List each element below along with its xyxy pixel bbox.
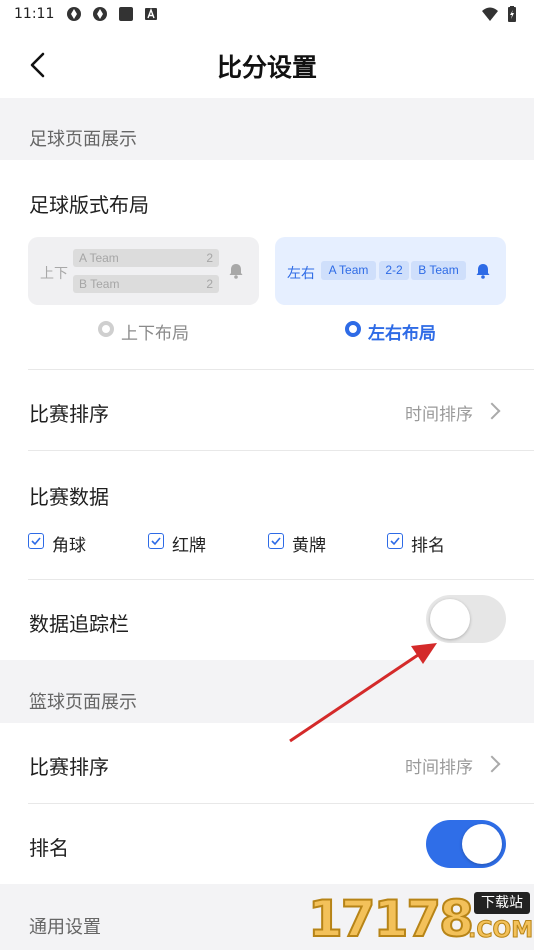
chevron-right-icon (483, 402, 501, 420)
watermark-number: 17178 (307, 889, 475, 949)
checkbox-red-card[interactable]: 红牌 (148, 531, 238, 556)
status-bar: 11:11 (0, 0, 534, 30)
checkbox-checked-icon[interactable] (148, 533, 164, 549)
basketball-sort-label: 比赛排序 (29, 755, 109, 779)
basketball-section-header: 篮球页面展示 (0, 660, 534, 723)
tracker-label: 数据追踪栏 (29, 612, 129, 636)
checkbox-yellow-card[interactable]: 黄牌 (268, 531, 358, 556)
basketball-section-heading: 篮球页面展示 (29, 692, 137, 713)
checkbox-checked-icon[interactable] (28, 533, 44, 549)
page-title: 比分设置 (216, 53, 317, 82)
vertical-side-label: 上下 (40, 266, 68, 282)
football-sort-row[interactable]: 比赛排序 时间排序 (0, 370, 534, 450)
wifi-icon (482, 7, 498, 21)
checkbox-corner-label: 角球 (52, 536, 86, 556)
app-notification-icon (67, 7, 81, 21)
watermark-suffix: .COM (467, 918, 534, 944)
football-data-label: 比赛数据 (29, 485, 109, 509)
football-sort-label: 比赛排序 (29, 402, 109, 426)
horizontal-side-label: 左右 (287, 266, 315, 282)
bell-icon (476, 264, 490, 279)
basketball-sort-row[interactable]: 比赛排序 时间排序 (0, 723, 534, 803)
checkbox-ranking[interactable]: 排名 (387, 531, 477, 556)
bell-icon (229, 264, 243, 279)
vertical-team-a-row: A Team 2 (73, 249, 219, 267)
football-layout-title: 足球版式布局 (29, 193, 149, 217)
checkbox-yellow-card-label: 黄牌 (292, 536, 326, 556)
checkbox-corner[interactable]: 角球 (28, 531, 118, 556)
checkbox-ranking-label: 排名 (411, 536, 445, 556)
radio-selected-indicator[interactable] (345, 321, 361, 337)
radio-unselected-indicator[interactable] (98, 321, 114, 337)
vertical-team-b-score: 2 (206, 277, 213, 291)
watermark-badge: 下载站 (474, 892, 530, 914)
tracker-toggle[interactable] (426, 595, 506, 643)
football-section-heading: 足球页面展示 (29, 129, 137, 150)
divider (28, 450, 534, 451)
status-time: 11:11 (14, 6, 55, 22)
layout-card-horizontal[interactable]: 左右 A Team 2-2 B Team (275, 237, 506, 305)
checkbox-checked-icon[interactable] (387, 533, 403, 549)
a-notification-icon (145, 8, 157, 20)
checkbox-checked-icon[interactable] (268, 533, 284, 549)
watermark: 17178 下载站 .COM (307, 888, 534, 950)
vertical-team-a-name: A Team (79, 251, 119, 265)
toggle-knob (462, 824, 502, 864)
square-notification-icon (119, 7, 133, 21)
general-section-heading: 通用设置 (29, 917, 101, 938)
football-section-header: 足球页面展示 (0, 98, 534, 160)
basketball-sort-value: 时间排序 (405, 758, 473, 778)
battery-icon (508, 6, 516, 22)
app-header: 比分设置 (0, 30, 534, 98)
app-notification-icon (93, 7, 107, 21)
vertical-team-a-score: 2 (206, 251, 213, 265)
toggle-knob (430, 599, 470, 639)
radio-vertical-label: 上下布局 (121, 324, 189, 344)
horizontal-team-a: A Team (321, 261, 376, 280)
checkbox-red-card-label: 红牌 (172, 536, 206, 556)
layout-card-vertical[interactable]: 上下 A Team 2 B Team 2 (28, 237, 259, 305)
vertical-team-b-name: B Team (79, 277, 120, 291)
football-sort-value: 时间排序 (405, 405, 473, 425)
horizontal-score: 2-2 (379, 261, 409, 280)
radio-horizontal-label: 左右布局 (368, 324, 436, 344)
chevron-right-icon (483, 755, 501, 773)
ranking-label: 排名 (29, 836, 69, 860)
horizontal-team-b: B Team (411, 261, 466, 280)
ranking-toggle[interactable] (426, 820, 506, 868)
tracker-row: 数据追踪栏 (0, 580, 534, 660)
ranking-row: 排名 (0, 804, 534, 884)
vertical-team-b-row: B Team 2 (73, 275, 219, 293)
